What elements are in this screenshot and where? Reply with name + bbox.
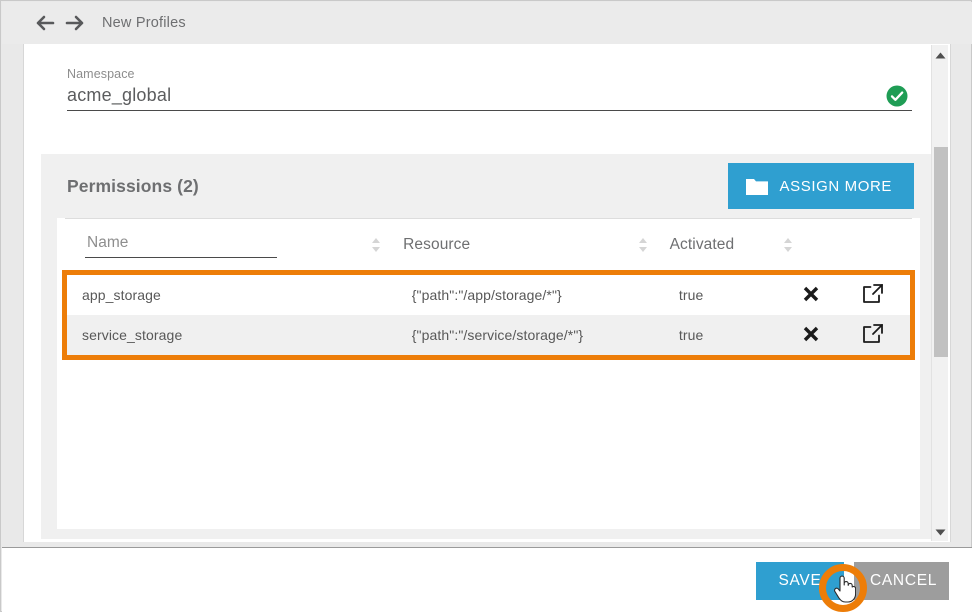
- cell-open[interactable]: [843, 283, 902, 308]
- cell-remove[interactable]: [779, 285, 844, 306]
- permissions-table: Resource Activated: [57, 218, 920, 529]
- column-label-activated: Activated: [670, 236, 735, 254]
- arrow-left-icon: [35, 15, 55, 31]
- table-row[interactable]: service_storage {"path":"/service/storag…: [67, 315, 910, 355]
- page-title: New Profiles: [102, 15, 186, 31]
- scroll-up-button[interactable]: [932, 46, 949, 63]
- remove-permission-button[interactable]: [779, 285, 844, 306]
- cancel-button[interactable]: CANCEL: [854, 562, 949, 600]
- namespace-field[interactable]: acme_global: [67, 85, 912, 111]
- namespace-label: Namespace: [67, 67, 914, 81]
- cell-remove[interactable]: [779, 325, 844, 346]
- save-button[interactable]: SAVE: [756, 562, 844, 600]
- footer-actions: SAVE CANCEL: [756, 562, 949, 600]
- column-label-resource: Resource: [403, 236, 470, 254]
- column-header-name: [85, 232, 369, 258]
- scroll-down-button[interactable]: [932, 523, 949, 540]
- sort-toggle-name[interactable]: [369, 236, 383, 254]
- namespace-card: Namespace acme_global: [41, 52, 936, 136]
- namespace-input[interactable]: acme_global: [67, 85, 912, 106]
- external-link-icon: [862, 283, 884, 308]
- column-header-sort-activated[interactable]: [781, 236, 846, 254]
- cell-name: app_storage: [82, 287, 366, 303]
- permissions-panel: Permissions (2) ASSIGN MORE: [41, 154, 936, 539]
- column-header-activated[interactable]: Activated: [636, 236, 781, 254]
- permissions-header: Permissions (2) ASSIGN MORE: [41, 154, 936, 218]
- assign-more-button[interactable]: ASSIGN MORE: [728, 163, 914, 209]
- topbar: New Profiles: [2, 2, 972, 44]
- sort-toggle-resource[interactable]: [636, 236, 650, 254]
- permissions-title: Permissions (2): [67, 176, 199, 197]
- external-link-icon: [862, 323, 884, 348]
- close-x-icon: [802, 285, 820, 306]
- table-header-row: Resource Activated: [65, 218, 912, 270]
- cell-name: service_storage: [82, 327, 366, 343]
- table-row[interactable]: app_storage {"path":"/app/storage/*"} tr…: [67, 275, 910, 315]
- cell-resource: {"path":"/service/storage/*"}: [366, 327, 633, 343]
- caret-up-icon: [935, 46, 946, 64]
- column-header-resource[interactable]: Resource: [369, 236, 635, 254]
- cell-activated: true: [633, 287, 779, 303]
- arrow-right-icon: [65, 15, 85, 31]
- forward-button[interactable]: [62, 10, 88, 36]
- cell-resource: {"path":"/app/storage/*"}: [366, 287, 633, 303]
- app-window: New Profiles Namespace acme_global: [0, 0, 972, 612]
- close-x-icon: [802, 325, 820, 346]
- sort-toggle-activated[interactable]: [781, 236, 795, 254]
- cell-open[interactable]: [843, 323, 902, 348]
- assign-more-label: ASSIGN MORE: [780, 178, 892, 195]
- cell-activated: true: [633, 327, 779, 343]
- content-area: Namespace acme_global Permissions (2): [23, 44, 951, 542]
- highlighted-rows-group: app_storage {"path":"/app/storage/*"} tr…: [62, 270, 915, 360]
- open-permission-button[interactable]: [843, 323, 902, 348]
- open-permission-button[interactable]: [843, 283, 902, 308]
- back-button[interactable]: [32, 10, 58, 36]
- name-filter-input[interactable]: [85, 232, 277, 258]
- check-circle-icon: [886, 85, 908, 107]
- scroll-thumb[interactable]: [934, 147, 948, 357]
- remove-permission-button[interactable]: [779, 325, 844, 346]
- vertical-scrollbar[interactable]: [931, 45, 948, 541]
- folder-icon: [746, 177, 768, 195]
- caret-down-icon: [935, 523, 946, 541]
- footer-bar: SAVE CANCEL: [2, 547, 972, 612]
